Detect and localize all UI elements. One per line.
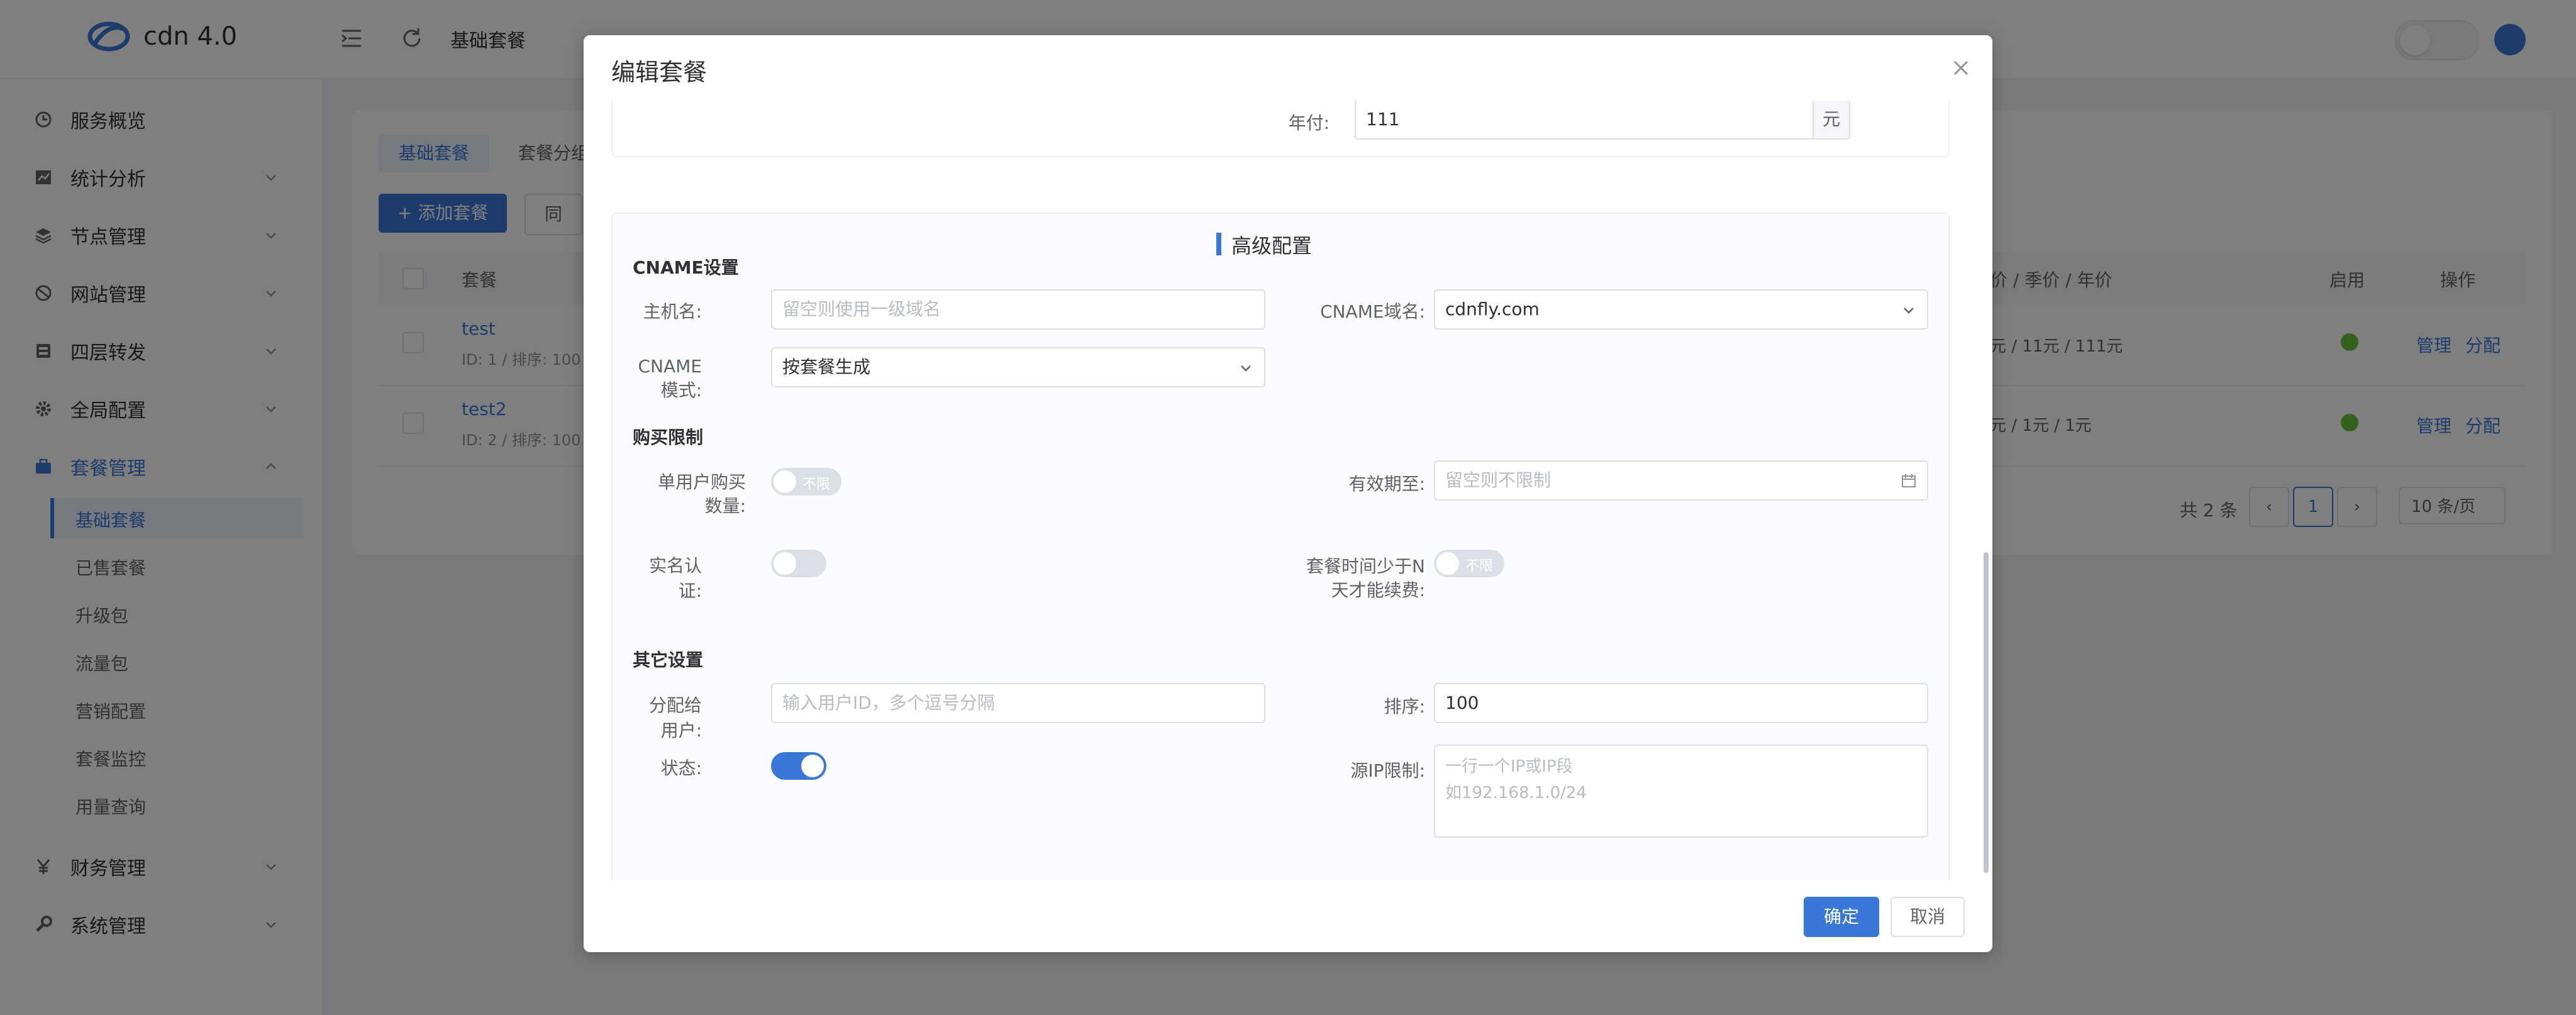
switch-text: 不限 xyxy=(802,477,831,492)
cname-mode-label: CNAME模式: xyxy=(638,356,702,401)
assign-user-label: 分配给用户: xyxy=(648,695,702,741)
valid-until-label: 有效期至: xyxy=(1348,474,1425,494)
switch-knob xyxy=(774,470,796,493)
realname-switch[interactable] xyxy=(771,550,826,577)
sort-label: 排序: xyxy=(1384,696,1425,717)
switch-knob xyxy=(1436,552,1459,575)
host-input[interactable]: 留空则使用一级域名 xyxy=(771,289,1265,330)
section-accent-bar xyxy=(1216,233,1221,255)
advanced-config-title: 高级配置 xyxy=(1231,234,1313,258)
other-settings-heading: 其它设置 xyxy=(633,650,704,670)
assign-user-input[interactable]: 输入用户ID，多个逗号分隔 xyxy=(771,683,1265,723)
year-price-label: 年付: xyxy=(1288,113,1330,133)
year-price-input[interactable]: 111 xyxy=(1355,101,1814,140)
cname-heading: CNAME设置 xyxy=(633,257,739,278)
status-label: 状态: xyxy=(660,758,702,779)
dialog-title: 编辑套餐 xyxy=(611,58,708,86)
dialog-footer: 确定 取消 xyxy=(584,880,1992,952)
cancel-button[interactable]: 取消 xyxy=(1890,897,1965,937)
realname-label: 实名认证: xyxy=(648,555,702,601)
per-user-limit-switch[interactable]: 不限 xyxy=(771,468,841,496)
status-switch[interactable] xyxy=(771,752,826,780)
source-ip-textarea[interactable]: 一行一个IP或IP段 如192.168.1.0/24 xyxy=(1434,745,1928,838)
per-user-limit-label: 单用户购买数量: xyxy=(657,472,746,516)
edit-package-dialog: 编辑套餐 年付: 111 元 高级配置 收起 ˄ CNAME设置 主机名: 留空… xyxy=(584,35,1992,952)
cname-mode-select[interactable]: 按套餐生成 xyxy=(771,347,1265,387)
chevron-down-icon xyxy=(1904,308,1914,314)
close-icon[interactable] xyxy=(1950,57,1972,79)
switch-knob xyxy=(801,755,824,777)
chevron-down-icon xyxy=(1241,365,1251,372)
calendar-icon xyxy=(1902,474,1916,487)
purchase-limit-heading: 购买限制 xyxy=(633,427,704,448)
cname-domain-label: CNAME域名: xyxy=(1320,301,1425,322)
sort-input[interactable]: 100 xyxy=(1434,683,1928,723)
confirm-button[interactable]: 确定 xyxy=(1804,897,1879,937)
year-price-unit: 元 xyxy=(1814,101,1851,140)
switch-knob xyxy=(774,552,796,575)
dialog-scrollbar[interactable] xyxy=(1984,552,1989,873)
host-label: 主机名: xyxy=(643,301,702,322)
source-ip-label: 源IP限制: xyxy=(1350,760,1425,781)
valid-until-input[interactable]: 留空则不限制 xyxy=(1434,460,1928,501)
renew-limit-switch[interactable]: 不限 xyxy=(1434,550,1504,577)
cname-domain-select[interactable]: cdnfly.com xyxy=(1434,289,1928,330)
renew-limit-label: 套餐时间少于N天才能续费: xyxy=(1306,556,1425,601)
switch-text: 不限 xyxy=(1465,558,1494,574)
